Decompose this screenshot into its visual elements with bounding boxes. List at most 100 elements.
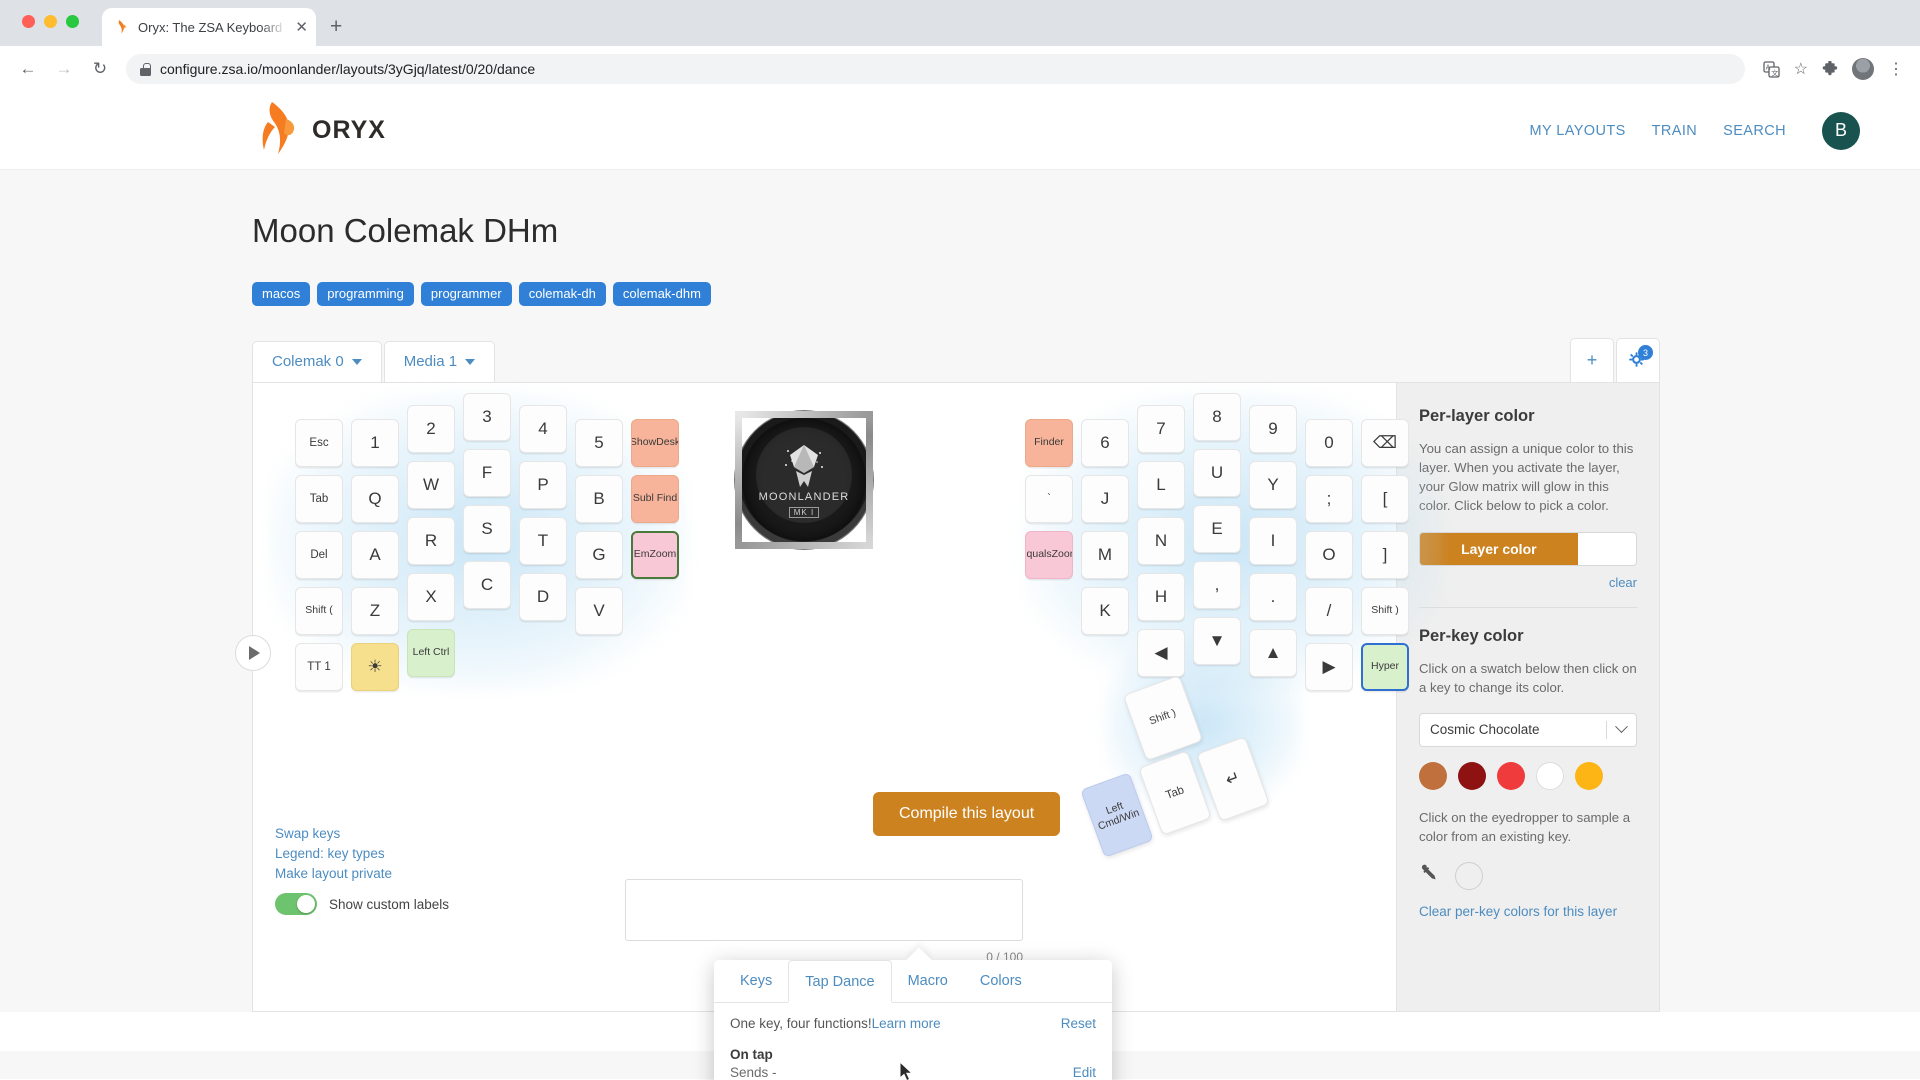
key-6[interactable]: 6 <box>1081 419 1129 467</box>
add-layer-button[interactable]: + <box>1570 338 1614 382</box>
key-0[interactable]: 0 <box>1305 419 1353 467</box>
key-m[interactable]: M <box>1081 531 1129 579</box>
popup-tab-tap-dance[interactable]: Tap Dance <box>788 960 892 1003</box>
key-[interactable]: ☀ <box>351 643 399 691</box>
key-l[interactable]: L <box>1137 461 1185 509</box>
popup-tab-keys[interactable]: Keys <box>724 960 788 1002</box>
key-u[interactable]: U <box>1193 449 1241 497</box>
maximize-window-button[interactable] <box>66 15 79 28</box>
key-[interactable]: , <box>1193 561 1241 609</box>
key-shift[interactable]: Shift ) <box>1122 674 1204 762</box>
key-equalszoom[interactable]: EqualsZoom <box>1025 531 1073 579</box>
extensions-puzzle-icon[interactable] <box>1822 61 1838 77</box>
key-[interactable]: ◀ <box>1137 629 1185 677</box>
popup-tab-macro[interactable]: Macro <box>892 960 964 1002</box>
key-b[interactable]: B <box>575 475 623 523</box>
notes-textarea[interactable] <box>625 879 1023 941</box>
browser-profile-avatar[interactable] <box>1852 58 1874 80</box>
key-9[interactable]: 9 <box>1249 405 1297 453</box>
new-tab-button[interactable]: + <box>330 16 342 37</box>
key-left-cmd-win[interactable]: Left Cmd/Win <box>1080 772 1154 858</box>
browser-tab[interactable]: Oryx: The ZSA Keyboard Confi ✕ <box>102 8 316 46</box>
nav-search[interactable]: SEARCH <box>1723 123 1786 139</box>
key-tt-1[interactable]: TT 1 <box>295 643 343 691</box>
oryx-brand[interactable]: ORYX <box>256 100 386 161</box>
clear-layer-color-link[interactable]: clear <box>1419 575 1637 590</box>
key-p[interactable]: P <box>519 461 567 509</box>
key-left-ctrl[interactable]: Left Ctrl <box>407 629 455 677</box>
color-preset-select[interactable]: Cosmic Chocolate <box>1419 712 1637 747</box>
key-g[interactable]: G <box>575 531 623 579</box>
key-[interactable]: ; <box>1305 475 1353 523</box>
key-finder[interactable]: Finder <box>1025 419 1073 467</box>
key-1[interactable]: 1 <box>351 419 399 467</box>
tag-programming[interactable]: programming <box>317 282 414 306</box>
key-k[interactable]: K <box>1081 587 1129 635</box>
browser-menu-icon[interactable]: ⋮ <box>1888 59 1904 79</box>
key-r[interactable]: R <box>407 517 455 565</box>
key-z[interactable]: Z <box>351 587 399 635</box>
key-5[interactable]: 5 <box>575 419 623 467</box>
color-swatch-1[interactable] <box>1458 761 1486 790</box>
color-swatch-2[interactable] <box>1497 761 1525 790</box>
key-j[interactable]: J <box>1081 475 1129 523</box>
key-[interactable]: ▼ <box>1193 617 1241 665</box>
swap-keys-link[interactable]: Swap keys <box>275 826 449 841</box>
key-t[interactable]: T <box>519 517 567 565</box>
key-emzoom[interactable]: EmZoom <box>631 531 679 579</box>
show-custom-labels-toggle[interactable] <box>275 893 317 915</box>
key-[interactable]: ▶ <box>1305 643 1353 691</box>
key-y[interactable]: Y <box>1249 461 1297 509</box>
color-swatch-4[interactable] <box>1575 761 1603 790</box>
translate-icon[interactable]: A文 <box>1763 60 1780 78</box>
close-window-button[interactable] <box>22 15 35 28</box>
key-subl-find[interactable]: Subl Find <box>631 475 679 523</box>
forward-icon[interactable]: → <box>48 53 80 85</box>
reset-link[interactable]: Reset <box>1061 1016 1096 1031</box>
key-tab[interactable]: Tab <box>295 475 343 523</box>
layer-tab-colemak[interactable]: Colemak 0 <box>252 341 382 382</box>
back-icon[interactable]: ← <box>12 53 44 85</box>
edit-link[interactable]: Edit <box>1073 1065 1096 1080</box>
key-[interactable]: / <box>1305 587 1353 635</box>
legend-key-types-link[interactable]: Legend: key types <box>275 846 449 861</box>
reload-icon[interactable]: ↻ <box>84 53 116 85</box>
close-icon[interactable]: ✕ <box>295 20 308 35</box>
nav-train[interactable]: TRAIN <box>1652 123 1698 139</box>
color-swatch-3[interactable] <box>1536 761 1564 790</box>
learn-more-link[interactable]: Learn more <box>872 1016 941 1031</box>
key-h[interactable]: H <box>1137 573 1185 621</box>
layer-settings-button[interactable]: 3 <box>1616 338 1660 382</box>
key-c[interactable]: C <box>463 561 511 609</box>
key-f[interactable]: F <box>463 449 511 497</box>
key-shift[interactable]: Shift ( <box>295 587 343 635</box>
window-traffic-lights[interactable] <box>22 15 79 28</box>
bookmark-star-icon[interactable]: ☆ <box>1794 59 1808 79</box>
key-v[interactable]: V <box>575 587 623 635</box>
minimize-window-button[interactable] <box>44 15 57 28</box>
sampled-color-preview[interactable] <box>1455 862 1483 891</box>
eyedropper-icon[interactable] <box>1419 863 1441 890</box>
tag-colemak-dhm[interactable]: colemak-dhm <box>612 282 711 306</box>
address-bar[interactable]: configure.zsa.io/moonlander/layouts/3yGj… <box>126 54 1745 84</box>
key-s[interactable]: S <box>463 505 511 553</box>
key-esc[interactable]: Esc <box>295 419 343 467</box>
key-8[interactable]: 8 <box>1193 393 1241 441</box>
clear-per-key-colors-link[interactable]: Clear per-key colors for this layer <box>1419 904 1637 919</box>
layer-tab-media[interactable]: Media 1 <box>383 341 496 382</box>
tag-programmer[interactable]: programmer <box>420 282 512 306</box>
key-shift[interactable]: Shift ) <box>1361 587 1409 635</box>
key-x[interactable]: X <box>407 573 455 621</box>
tag-colemak-dh[interactable]: colemak-dh <box>518 282 606 306</box>
key-2[interactable]: 2 <box>407 405 455 453</box>
popup-tab-colors[interactable]: Colors <box>964 960 1038 1002</box>
key-[interactable]: [ <box>1361 475 1409 523</box>
make-layout-private-link[interactable]: Make layout private <box>275 866 449 881</box>
key-q[interactable]: Q <box>351 475 399 523</box>
key-7[interactable]: 7 <box>1137 405 1185 453</box>
key-n[interactable]: N <box>1137 517 1185 565</box>
compile-layout-button[interactable]: Compile this layout <box>873 792 1061 836</box>
key-d[interactable]: D <box>519 573 567 621</box>
nav-my-layouts[interactable]: MY LAYOUTS <box>1530 123 1626 139</box>
play-animation-button[interactable] <box>235 635 271 671</box>
